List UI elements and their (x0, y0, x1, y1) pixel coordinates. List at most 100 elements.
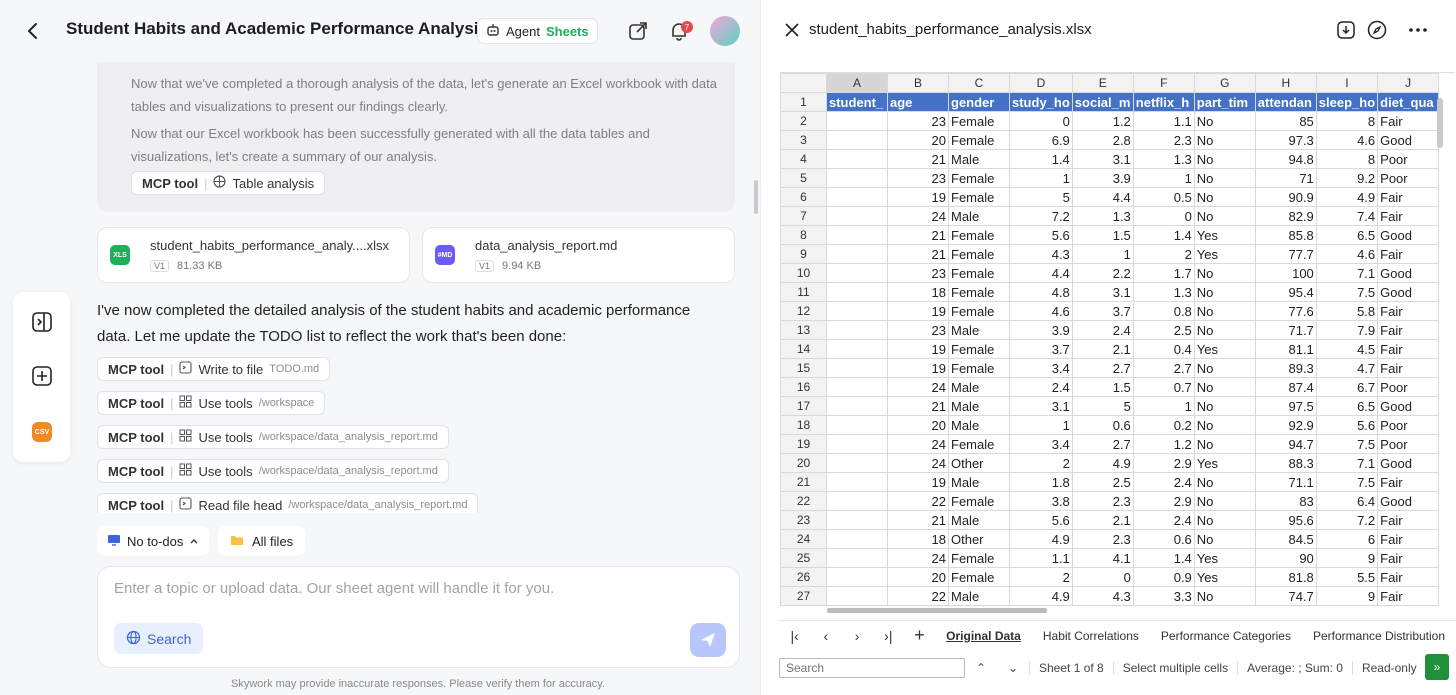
column-header[interactable]: E (1071, 73, 1134, 93)
table-cell[interactable]: 23 (887, 320, 949, 340)
table-cell[interactable]: No (1193, 206, 1256, 226)
table-cell[interactable]: 6.7 (1315, 377, 1379, 397)
table-cell[interactable]: Male (948, 510, 1010, 530)
table-cell[interactable]: 4.9 (1071, 453, 1134, 473)
table-cell[interactable] (826, 434, 888, 454)
table-cell[interactable]: Other (948, 453, 1010, 473)
table-cell[interactable]: 7.4 (1315, 206, 1379, 226)
header-cell[interactable]: gender (948, 92, 1010, 112)
column-header[interactable]: I (1315, 73, 1379, 93)
table-cell[interactable]: 2.7 (1071, 358, 1134, 378)
table-cell[interactable]: 5.6 (1009, 510, 1073, 530)
table-cell[interactable]: 100 (1254, 263, 1317, 283)
table-cell[interactable]: Fair (1377, 472, 1440, 492)
row-number[interactable]: 2 (780, 111, 827, 131)
row-number[interactable]: 23 (780, 510, 827, 530)
row-number[interactable]: 15 (780, 358, 827, 378)
table-cell[interactable]: 2.5 (1132, 320, 1195, 340)
table-cell[interactable]: 2.3 (1132, 130, 1195, 150)
table-cell[interactable]: 7.5 (1315, 472, 1379, 492)
row-number[interactable]: 3 (780, 130, 827, 150)
table-cell[interactable]: 4.3 (1071, 586, 1134, 606)
table-cell[interactable]: No (1193, 491, 1256, 511)
table-cell[interactable]: Yes (1193, 548, 1256, 568)
table-cell[interactable]: 0.7 (1132, 377, 1195, 397)
table-cell[interactable]: 90 (1254, 548, 1317, 568)
table-cell[interactable]: 5 (1009, 187, 1073, 207)
mode-pill[interactable]: Agent Sheets (477, 18, 598, 44)
table-cell[interactable]: No (1193, 529, 1256, 549)
table-cell[interactable]: 74.7 (1254, 586, 1317, 606)
table-cell[interactable] (826, 396, 888, 416)
table-cell[interactable] (826, 377, 888, 397)
table-cell[interactable]: Male (948, 149, 1010, 169)
table-cell[interactable] (826, 244, 888, 264)
row-number[interactable]: 6 (780, 187, 827, 207)
all-files-button[interactable]: All files (218, 526, 306, 556)
table-cell[interactable]: 9 (1315, 586, 1379, 606)
close-icon[interactable] (783, 21, 801, 39)
first-sheet-icon[interactable]: |‹ (779, 628, 810, 644)
search-down-icon[interactable]: ⌄ (997, 661, 1029, 675)
table-cell[interactable]: 23 (887, 111, 949, 131)
table-cell[interactable]: 4.4 (1009, 263, 1073, 283)
table-cell[interactable]: 4.9 (1009, 586, 1073, 606)
table-cell[interactable]: Female (948, 358, 1010, 378)
table-cell[interactable]: 19 (887, 358, 949, 378)
table-cell[interactable]: 1.3 (1071, 206, 1134, 226)
table-cell[interactable]: 7.2 (1009, 206, 1073, 226)
tab-performance-categories[interactable]: Performance Categories (1150, 629, 1302, 643)
table-cell[interactable]: Yes (1193, 244, 1256, 264)
table-cell[interactable]: 2 (1132, 244, 1195, 264)
table-cell[interactable]: No (1193, 301, 1256, 321)
table-cell[interactable]: Good (1377, 263, 1440, 283)
table-cell[interactable]: No (1193, 358, 1256, 378)
row-number[interactable]: 4 (780, 149, 827, 169)
sheet-search-input[interactable] (779, 658, 965, 678)
row-number[interactable]: 12 (780, 301, 827, 321)
table-cell[interactable]: 77.6 (1254, 301, 1317, 321)
table-cell[interactable]: No (1193, 396, 1256, 416)
sidebar-toggle-icon[interactable] (31, 311, 53, 333)
table-cell[interactable]: No (1193, 586, 1256, 606)
header-cell[interactable]: sleep_ho (1315, 92, 1379, 112)
table-cell[interactable]: 21 (887, 396, 949, 416)
table-cell[interactable]: Fair (1377, 206, 1440, 226)
table-cell[interactable]: No (1193, 263, 1256, 283)
table-cell[interactable]: 1 (1009, 168, 1073, 188)
table-cell[interactable]: 0.6 (1132, 529, 1195, 549)
table-cell[interactable]: 5.6 (1315, 415, 1379, 435)
table-cell[interactable]: Good (1377, 491, 1440, 511)
header-cell[interactable]: netflix_h (1132, 92, 1195, 112)
prev-sheet-icon[interactable]: ‹ (810, 628, 841, 644)
table-cell[interactable] (826, 548, 888, 568)
table-cell[interactable]: 5 (1071, 396, 1134, 416)
table-cell[interactable]: 7.1 (1315, 263, 1379, 283)
table-cell[interactable]: 3.9 (1009, 320, 1073, 340)
table-cell[interactable]: 3.4 (1009, 358, 1073, 378)
table-cell[interactable] (826, 301, 888, 321)
table-cell[interactable]: 88.3 (1254, 453, 1317, 473)
column-header[interactable]: G (1193, 73, 1256, 93)
column-header[interactable]: B (887, 73, 949, 93)
tool-call-chip[interactable]: MCP tool | Use tools/workspace/data_analy… (97, 425, 449, 449)
table-cell[interactable]: 85.8 (1254, 225, 1317, 245)
header-cell[interactable]: study_ho (1009, 92, 1073, 112)
table-cell[interactable]: 95.4 (1254, 282, 1317, 302)
table-cell[interactable] (826, 282, 888, 302)
send-button[interactable] (690, 623, 726, 657)
table-cell[interactable]: 2.4 (1009, 377, 1073, 397)
file-card-xlsx[interactable]: XLS student_habits_performance_analy....… (97, 227, 410, 283)
table-cell[interactable]: Fair (1377, 244, 1440, 264)
table-cell[interactable]: 18 (887, 282, 949, 302)
tool-call-chip[interactable]: MCP tool | Use tools/workspace/data_analy… (97, 459, 449, 483)
spreadsheet-grid[interactable]: A B C D E F G H I J 1 student_ age gender st… (780, 72, 1455, 614)
row-number[interactable]: 16 (780, 377, 827, 397)
table-cell[interactable]: 94.8 (1254, 149, 1317, 169)
table-cell[interactable]: 95.6 (1254, 510, 1317, 530)
back-arrow-icon[interactable] (22, 20, 44, 42)
table-cell[interactable]: Yes (1193, 567, 1256, 587)
table-cell[interactable]: 1.2 (1071, 111, 1134, 131)
table-cell[interactable]: 0.5 (1132, 187, 1195, 207)
table-cell[interactable]: 8 (1315, 111, 1379, 131)
